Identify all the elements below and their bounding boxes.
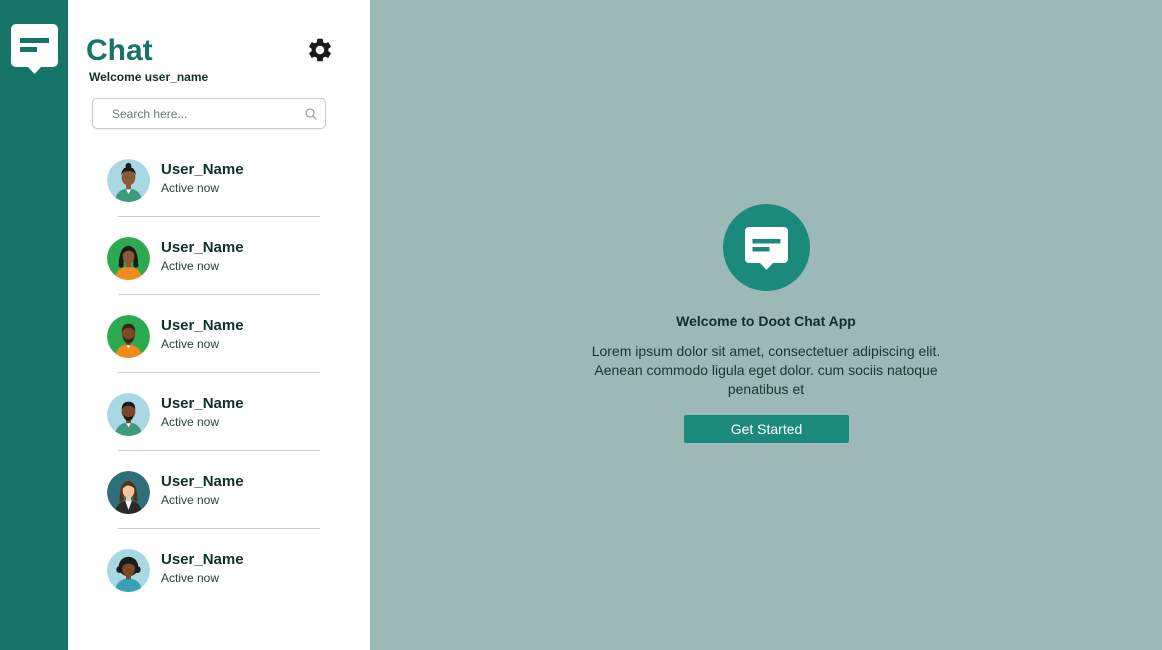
divider — [118, 450, 320, 451]
contact-item[interactable]: User_Name Active now — [68, 382, 370, 460]
app-rail — [0, 0, 68, 650]
search-icon[interactable] — [305, 108, 317, 120]
contact-status: Active now — [161, 493, 220, 507]
page-title: Chat — [86, 34, 153, 67]
chat-bubble-icon[interactable] — [11, 24, 58, 74]
avatar — [107, 549, 150, 592]
avatar — [107, 393, 150, 436]
avatar — [107, 471, 150, 514]
avatar — [107, 159, 150, 202]
contact-name: User_Name — [161, 551, 244, 568]
divider — [118, 216, 320, 217]
contact-item[interactable]: User_Name Active now — [68, 538, 370, 616]
contact-name: User_Name — [161, 161, 244, 178]
contact-item[interactable]: User_Name Active now — [68, 148, 370, 226]
contact-name: User_Name — [161, 317, 244, 334]
chat-app: Chat Welcome user_name Search here... Us… — [0, 0, 1162, 650]
contact-status: Active now — [161, 181, 220, 195]
contact-item[interactable]: User_Name Active now — [68, 460, 370, 538]
contact-list: User_Name Active now User_Name Active no… — [68, 148, 370, 616]
search-input[interactable] — [112, 99, 302, 128]
contact-name: User_Name — [161, 395, 244, 412]
search-box — [92, 98, 326, 129]
contact-status: Active now — [161, 571, 220, 585]
contact-name: User_Name — [161, 473, 244, 490]
divider — [118, 294, 320, 295]
divider — [118, 372, 320, 373]
avatar — [107, 315, 150, 358]
welcome-user-text: Welcome user_name — [89, 70, 209, 84]
chat-bubble-icon — [723, 204, 810, 291]
gear-icon[interactable] — [306, 36, 334, 64]
avatar — [107, 237, 150, 280]
contact-item[interactable]: User_Name Active now — [68, 226, 370, 304]
welcome-heading: Welcome to Doot Chat App — [676, 313, 856, 329]
contact-status: Active now — [161, 337, 220, 351]
contact-status: Active now — [161, 259, 220, 273]
get-started-button[interactable]: Get Started — [684, 415, 849, 443]
contact-name: User_Name — [161, 239, 244, 256]
divider — [118, 528, 320, 529]
contact-item[interactable]: User_Name Active now — [68, 304, 370, 382]
welcome-panel: Welcome to Doot Chat App Lorem ipsum dol… — [370, 0, 1162, 650]
sidebar: Chat Welcome user_name Search here... Us… — [68, 0, 370, 650]
welcome-description: Lorem ipsum dolor sit amet, consectetuer… — [591, 343, 941, 397]
contact-status: Active now — [161, 415, 220, 429]
